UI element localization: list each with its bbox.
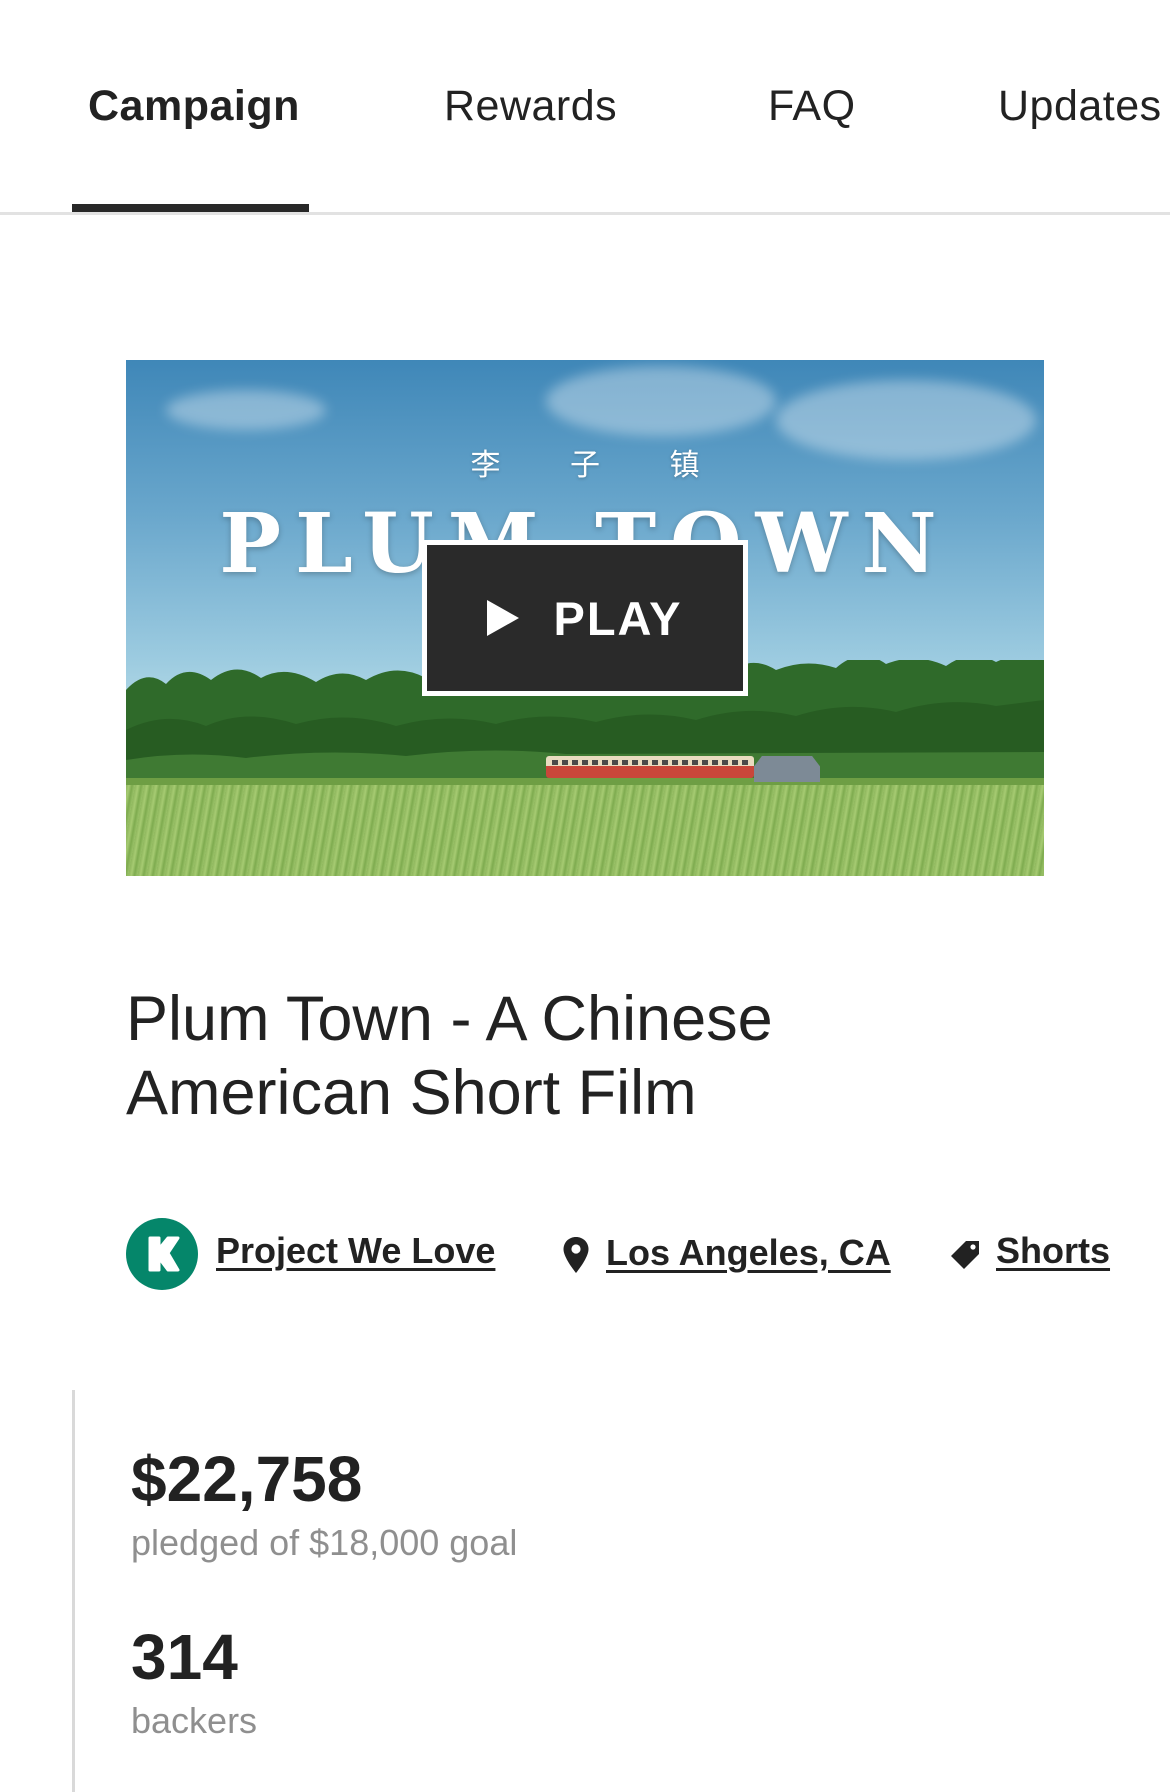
project-meta-row: Project We Love Los Angeles, CA Shorts [126, 1218, 1166, 1290]
tab-rewards[interactable]: Rewards [444, 82, 617, 131]
pledged-goal-label: pledged of $18,000 goal [131, 1522, 518, 1563]
poster-chinese-title: 李 子 镇 [470, 448, 700, 483]
sky-cloud [166, 390, 326, 430]
grass-field [126, 785, 1044, 876]
train-illustration [546, 756, 754, 778]
play-triangle-icon [487, 600, 520, 636]
project-video[interactable]: 李 子 镇 PLUM TOWN A SH LY YU PLAY [126, 360, 1044, 876]
pledged-amount: $22,758 [131, 1443, 363, 1515]
kickstarter-k-icon [126, 1218, 198, 1290]
play-button-label: PLAY [553, 591, 683, 645]
sky-cloud [546, 366, 776, 436]
location-link[interactable]: Los Angeles, CA [606, 1232, 891, 1274]
tab-updates[interactable]: Updates [998, 82, 1162, 131]
backers-label: backers [131, 1700, 258, 1741]
funding-stats: $22,758 pledged of $18,000 goal 314 back… [72, 1390, 1075, 1792]
active-tab-indicator [72, 204, 309, 212]
location-pin-icon [563, 1237, 589, 1273]
backers-count: 314 [131, 1621, 238, 1693]
barn-illustration [754, 756, 820, 782]
tab-bar: Campaign Rewards FAQ Updates [0, 0, 1170, 215]
tab-faq[interactable]: FAQ [768, 82, 856, 131]
project-title: Plum Town - A Chinese American Short Fil… [126, 984, 773, 1128]
tag-icon [951, 1241, 979, 1269]
project-we-love-link[interactable]: Project We Love [216, 1230, 495, 1272]
play-button[interactable]: PLAY [422, 540, 748, 696]
category-link[interactable]: Shorts [996, 1230, 1110, 1272]
tab-campaign[interactable]: Campaign [88, 82, 300, 131]
